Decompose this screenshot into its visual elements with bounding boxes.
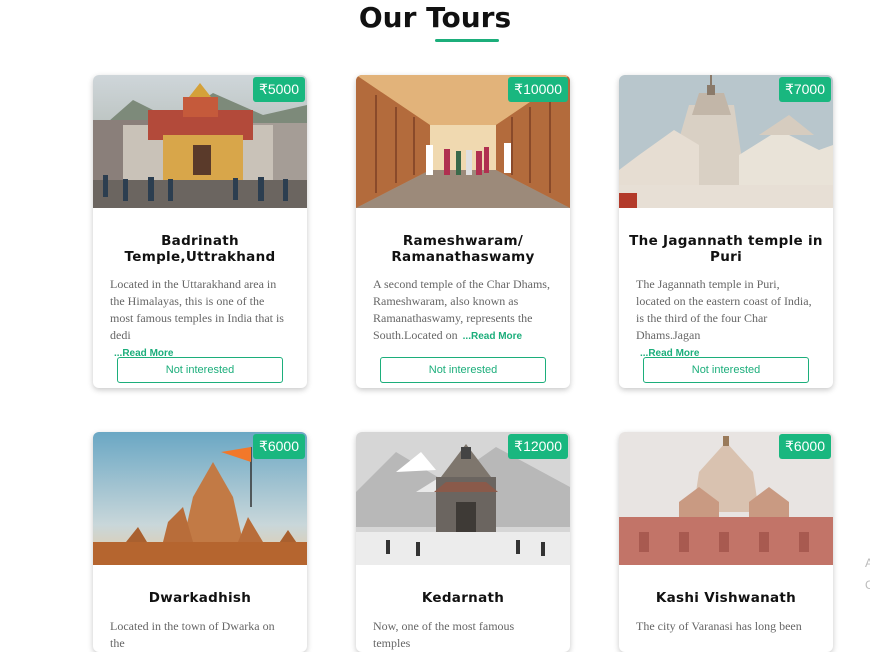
tour-card-jagannath: ₹7000 The Jagannath temple in Puri The J… — [619, 75, 833, 388]
tour-description: Located in the town of Dwarka on the — [110, 619, 275, 650]
price-badge: ₹6000 — [252, 434, 305, 459]
tour-card-kashi-vishwanath: ₹6000 Kashi Vishwanath The city of Varan… — [619, 432, 833, 652]
not-interested-button[interactable]: Not interested — [380, 357, 546, 383]
tour-image-rameshwaram: ₹10000 — [356, 75, 570, 208]
tour-card-rameshwaram: ₹10000 Rameshwaram/ Ramanathaswamy A sec… — [356, 75, 570, 388]
tour-description: Located in the Uttarakhand area in the H… — [110, 276, 290, 362]
tour-image-dwarkadhish: ₹6000 — [93, 432, 307, 565]
tour-description: Now, one of the most famous temples — [373, 619, 515, 650]
price-badge: ₹12000 — [508, 434, 568, 459]
tour-title: Badrinath Temple,Uttrakhand — [124, 233, 276, 265]
tour-image-kedarnath: ₹12000 — [356, 432, 570, 565]
tour-title: Kashi Vishwanath — [655, 590, 797, 606]
tour-title: The Jagannath temple in Puri — [629, 233, 823, 265]
tour-image-kashi-vishwanath: ₹6000 — [619, 432, 833, 565]
tour-description-text: Located in the Uttarakhand area in the H… — [110, 277, 284, 342]
page-title: Our Tours — [358, 1, 512, 34]
tour-card-dwarkadhish: ₹6000 Dwarkadhish Located in the town of… — [93, 432, 307, 652]
edge-glyph-a: A — [865, 556, 870, 570]
price-badge: ₹10000 — [508, 77, 568, 102]
tour-description: A second temple of the Char Dhams, Rames… — [373, 276, 553, 345]
tour-description: The city of Varanasi has long been — [636, 619, 802, 633]
read-more-link[interactable]: ...Read More — [461, 331, 522, 342]
tour-title: Kedarnath — [421, 590, 505, 606]
price-badge: ₹6000 — [778, 434, 831, 459]
not-interested-button[interactable]: Not interested — [643, 357, 809, 383]
tour-title: Dwarkadhish — [148, 590, 252, 606]
tour-description: The Jagannath temple in Puri, located on… — [636, 276, 816, 362]
tour-card-kedarnath: ₹12000 Kedarnath Now, one of the most fa… — [356, 432, 570, 652]
tour-image-jagannath: ₹7000 — [619, 75, 833, 208]
price-badge: ₹7000 — [778, 77, 831, 102]
price-badge: ₹5000 — [252, 77, 305, 102]
not-interested-button[interactable]: Not interested — [117, 357, 283, 383]
tour-card-badrinath: ₹5000 Badrinath Temple,Uttrakhand Locate… — [93, 75, 307, 388]
edge-glyph-g: G — [865, 578, 870, 592]
tour-image-badrinath: ₹5000 — [93, 75, 307, 208]
tour-description-text: The Jagannath temple in Puri, located on… — [636, 277, 812, 342]
tour-title: Rameshwaram/ Ramanathaswamy — [391, 233, 535, 265]
title-underline — [435, 39, 499, 42]
